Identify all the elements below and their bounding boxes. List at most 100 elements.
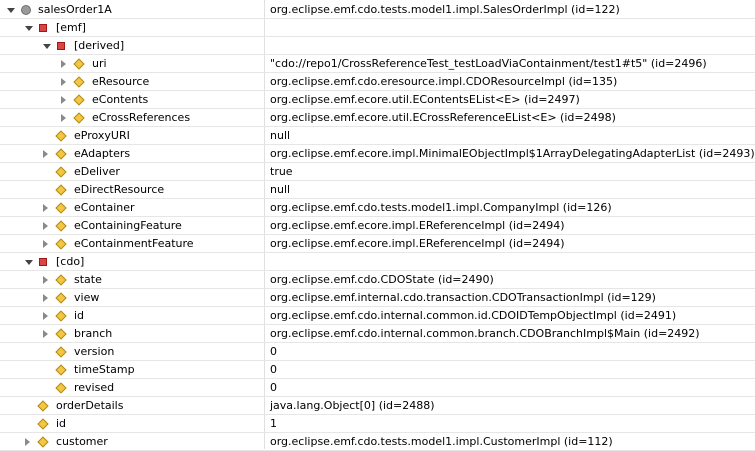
variable-value: org.eclipse.emf.cdo.internal.common.bran… [270, 327, 700, 340]
variable-name: uri [92, 57, 107, 70]
collapsed-twisty-icon[interactable] [43, 330, 48, 338]
variable-value: true [270, 165, 293, 178]
property-icon [55, 130, 67, 142]
variables-tree[interactable]: salesOrder1A org.eclipse.emf.cdo.tests.mo… [0, 0, 755, 451]
variable-name: customer [56, 435, 108, 448]
variable-name: [derived] [74, 39, 125, 52]
tree-row[interactable]: eContainer org.eclipse.emf.cdo.tests.mode… [0, 199, 755, 217]
variable-value: null [270, 183, 291, 196]
variable-name: eResource [92, 75, 150, 88]
property-icon [55, 310, 67, 322]
variable-name: timeStamp [74, 363, 135, 376]
tree-row[interactable]: [cdo] [0, 253, 755, 271]
tree-row[interactable]: uri "cdo://repo1/CrossReferenceTest_testL… [0, 55, 755, 73]
tree-row[interactable]: id org.eclipse.emf.cdo.internal.common.id… [0, 307, 755, 325]
tree-row[interactable]: state org.eclipse.emf.cdo.CDOState (id=24… [0, 271, 755, 289]
property-icon [55, 328, 67, 340]
property-icon [73, 112, 85, 124]
variable-name: eAdapters [74, 147, 131, 160]
variable-name: id [56, 417, 67, 430]
variable-name: eProxyURI [74, 129, 130, 142]
tree-row[interactable]: branch org.eclipse.emf.cdo.internal.commo… [0, 325, 755, 343]
variable-value: 0 [270, 345, 277, 358]
property-icon [55, 184, 67, 196]
variable-value: 0 [270, 363, 277, 376]
expanded-twisty-icon[interactable] [7, 8, 15, 13]
tree-row[interactable]: salesOrder1A org.eclipse.emf.cdo.tests.mo… [0, 1, 755, 19]
collapsed-twisty-icon[interactable] [43, 222, 48, 230]
expanded-twisty-icon[interactable] [43, 44, 51, 49]
property-icon [73, 76, 85, 88]
tree-row[interactable]: eResource org.eclipse.emf.cdo.eresource.i… [0, 73, 755, 91]
expanded-twisty-icon[interactable] [25, 26, 33, 31]
variable-value: org.eclipse.emf.cdo.internal.common.id.C… [270, 309, 677, 322]
property-icon [55, 364, 67, 376]
variable-value: org.eclipse.emf.internal.cdo.transaction… [270, 291, 656, 304]
property-icon [55, 166, 67, 178]
property-icon [37, 436, 49, 448]
variable-value: org.eclipse.emf.ecore.util.ECrossReferen… [270, 111, 616, 124]
tree-row[interactable]: eProxyURI null [0, 127, 755, 145]
collapsed-twisty-icon[interactable] [43, 312, 48, 320]
tree-row[interactable]: id 1 [0, 415, 755, 433]
collapsed-twisty-icon[interactable] [25, 438, 30, 446]
property-icon [37, 418, 49, 430]
tree-row[interactable]: view org.eclipse.emf.internal.cdo.transac… [0, 289, 755, 307]
collapsed-twisty-icon[interactable] [61, 60, 66, 68]
variable-name: orderDetails [56, 399, 124, 412]
tree-row[interactable]: timeStamp 0 [0, 361, 755, 379]
variable-name: version [74, 345, 115, 358]
variable-value: org.eclipse.emf.cdo.tests.model1.impl.Co… [270, 201, 612, 214]
tree-row[interactable]: version 0 [0, 343, 755, 361]
variable-name: eDeliver [74, 165, 120, 178]
collapsed-twisty-icon[interactable] [43, 276, 48, 284]
tree-row[interactable]: [derived] [0, 37, 755, 55]
variable-name: eDirectResource [74, 183, 165, 196]
collapsed-twisty-icon[interactable] [43, 294, 48, 302]
variable-value: org.eclipse.emf.cdo.tests.model1.impl.Cu… [270, 435, 613, 448]
property-icon [55, 346, 67, 358]
variable-name: [cdo] [56, 255, 85, 268]
tree-row[interactable]: customer org.eclipse.emf.cdo.tests.model1… [0, 433, 755, 451]
property-icon [55, 148, 67, 160]
collapsed-twisty-icon[interactable] [61, 96, 66, 104]
tree-row[interactable]: orderDetails java.lang.Object[0] (id=2488… [0, 397, 755, 415]
variable-value: 0 [270, 381, 277, 394]
variable-value: null [270, 129, 291, 142]
collapsed-twisty-icon[interactable] [61, 114, 66, 122]
tree-row[interactable]: eDeliver true [0, 163, 755, 181]
property-icon [55, 274, 67, 286]
tree-row[interactable]: eContainmentFeature org.eclipse.emf.ecore… [0, 235, 755, 253]
variable-value: org.eclipse.emf.ecore.impl.EReferenceImp… [270, 219, 565, 232]
root-object-icon [21, 5, 31, 15]
variable-name: eContents [92, 93, 149, 106]
property-icon [73, 58, 85, 70]
collapsed-twisty-icon[interactable] [43, 150, 48, 158]
tree-row[interactable]: eContainingFeature org.eclipse.emf.ecore.… [0, 217, 755, 235]
variable-value: 1 [270, 417, 277, 430]
tree-row[interactable]: eContents org.eclipse.emf.ecore.util.ECon… [0, 91, 755, 109]
tree-row[interactable]: eDirectResource null [0, 181, 755, 199]
variable-name: id [74, 309, 85, 322]
variable-name: eContainer [74, 201, 135, 214]
property-icon [55, 382, 67, 394]
property-icon [55, 238, 67, 250]
tree-row[interactable]: eCrossReferences org.eclipse.emf.ecore.ut… [0, 109, 755, 127]
variable-value: org.eclipse.emf.ecore.util.EContentsELis… [270, 93, 580, 106]
variable-value: org.eclipse.emf.ecore.impl.MinimalEObjec… [270, 147, 755, 160]
collapsed-twisty-icon[interactable] [61, 78, 66, 86]
tree-row[interactable]: [emf] [0, 19, 755, 37]
collapsed-twisty-icon[interactable] [43, 240, 48, 248]
variable-name: eContainingFeature [74, 219, 182, 232]
variable-name: view [74, 291, 100, 304]
tree-row[interactable]: eAdapters org.eclipse.emf.ecore.impl.Mini… [0, 145, 755, 163]
tree-row[interactable]: revised 0 [0, 379, 755, 397]
collapsed-twisty-icon[interactable] [43, 204, 48, 212]
property-icon [37, 400, 49, 412]
property-icon [73, 94, 85, 106]
group-icon [39, 24, 47, 32]
property-icon [55, 220, 67, 232]
group-icon [57, 42, 65, 50]
expanded-twisty-icon[interactable] [25, 260, 33, 265]
variable-name: eCrossReferences [92, 111, 191, 124]
